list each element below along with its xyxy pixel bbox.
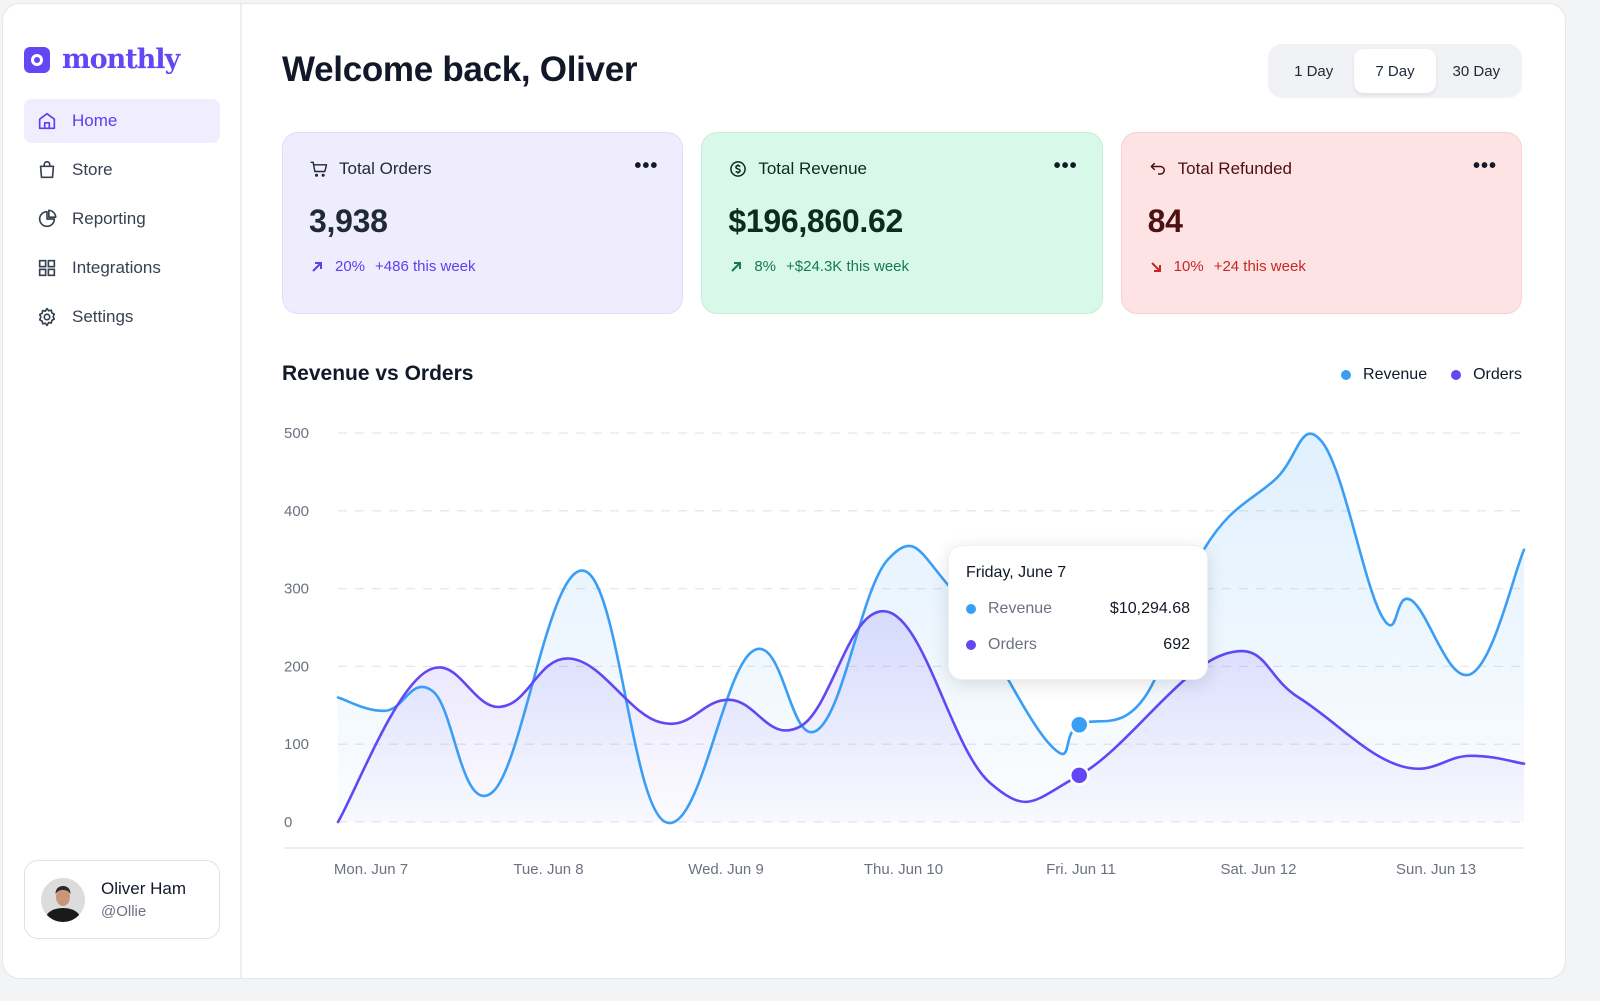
x-tick-label: Sun. Jun 13 xyxy=(1396,861,1476,878)
orders-highlight-point xyxy=(1069,765,1090,786)
y-tick-label: 0 xyxy=(284,814,292,831)
y-tick-label: 400 xyxy=(284,503,309,520)
tooltip-row-revenue: Revenue $10,294.68 xyxy=(966,600,1190,618)
x-tick-label: Thu. Jun 10 xyxy=(864,861,943,878)
revenue-dot-icon xyxy=(966,604,976,614)
y-tick-label: 300 xyxy=(284,581,309,598)
revenue-orders-chart: 0 100 200 300 400 500 Mon. Jun 7 Tue. Jun 8 Wed… xyxy=(284,425,1526,878)
tooltip-label: Revenue xyxy=(988,600,1053,617)
main-content: Welcome back, Oliver 1 Day 7 Day 30 Day … xyxy=(282,0,1526,1001)
chart-tooltip: Friday, June 7 Revenue $10,294.68 Orders… xyxy=(948,545,1208,680)
x-tick-label: Wed. Jun 9 xyxy=(688,861,764,878)
x-tick-label: Sat. Jun 12 xyxy=(1221,861,1297,878)
x-tick-label: Mon. Jun 7 xyxy=(334,861,408,878)
tooltip-row-orders: Orders 692 xyxy=(966,636,1190,654)
y-tick-label: 200 xyxy=(284,658,309,675)
y-tick-label: 100 xyxy=(284,736,309,753)
tooltip-value: $10,294.68 xyxy=(1109,600,1190,617)
revenue-highlight-point xyxy=(1069,714,1090,735)
x-tick-label: Fri. Jun 11 xyxy=(1046,861,1116,878)
x-tick-label: Tue. Jun 8 xyxy=(513,861,583,878)
tooltip-value: 692 xyxy=(1163,636,1190,653)
tooltip-label: Orders xyxy=(988,636,1037,653)
y-tick-label: 500 xyxy=(284,425,309,442)
tooltip-title: Friday, June 7 xyxy=(966,564,1067,581)
orders-dot-icon xyxy=(966,640,976,650)
